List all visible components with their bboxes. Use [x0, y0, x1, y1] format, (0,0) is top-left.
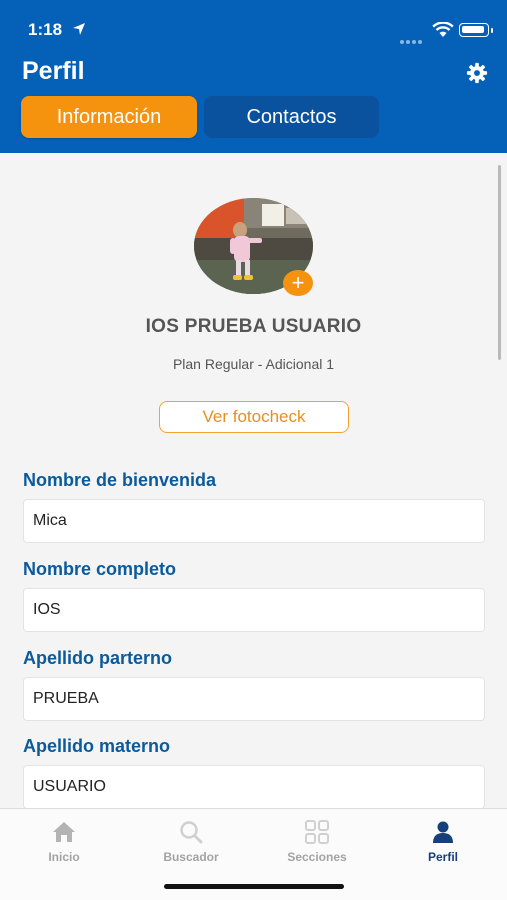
tab-perfil-label: Perfil	[427, 850, 458, 864]
signal-icon	[400, 31, 426, 44]
status-bar: 1:18	[0, 0, 507, 58]
tab-buscador[interactable]: Buscador	[141, 819, 241, 864]
tab-inicio[interactable]: Inicio	[14, 819, 114, 864]
label-apellido-materno: Apellido materno	[23, 736, 171, 756]
location-arrow-icon	[73, 23, 85, 35]
add-photo-button[interactable]: +	[283, 270, 313, 296]
page-title: Perfil	[22, 57, 85, 85]
tab-secciones[interactable]: Secciones	[267, 819, 367, 864]
home-icon	[53, 822, 75, 842]
app-header: 1:18 Perfil Información Contactos	[0, 0, 507, 153]
label-nombre-bienvenida: Nombre de bienvenida	[23, 470, 217, 490]
battery-icon	[459, 23, 493, 37]
nombre-completo-field[interactable]: IOS	[23, 588, 485, 632]
tab-secciones-label: Secciones	[287, 850, 347, 864]
tab-perfil[interactable]: Perfil	[393, 819, 493, 864]
label-apellido-paterno: Apellido parterno	[23, 648, 173, 668]
search-icon	[180, 821, 203, 844]
tab-inicio-label: Inicio	[48, 850, 80, 864]
user-name: IOS PRUEBA USUARIO	[145, 316, 362, 337]
ver-fotocheck-button[interactable]: Ver fotocheck	[159, 401, 349, 433]
user-plan: Plan Regular - Adicional 1	[172, 356, 335, 372]
status-time: 1:18	[28, 20, 63, 39]
grid-icon	[305, 820, 329, 844]
nombre-bienvenida-field[interactable]: Mica	[23, 499, 485, 543]
apellido-materno-field[interactable]: USUARIO	[23, 765, 485, 809]
apellido-paterno-field[interactable]: PRUEBA	[23, 677, 485, 721]
wifi-icon	[432, 22, 454, 37]
person-icon	[433, 821, 453, 843]
tab-contactos[interactable]: Contactos	[204, 96, 379, 138]
home-indicator	[164, 884, 344, 889]
tab-buscador-label: Buscador	[163, 850, 219, 864]
tab-informacion[interactable]: Información	[21, 96, 197, 138]
label-nombre-completo: Nombre completo	[23, 559, 177, 579]
gear-icon[interactable]	[466, 62, 488, 84]
